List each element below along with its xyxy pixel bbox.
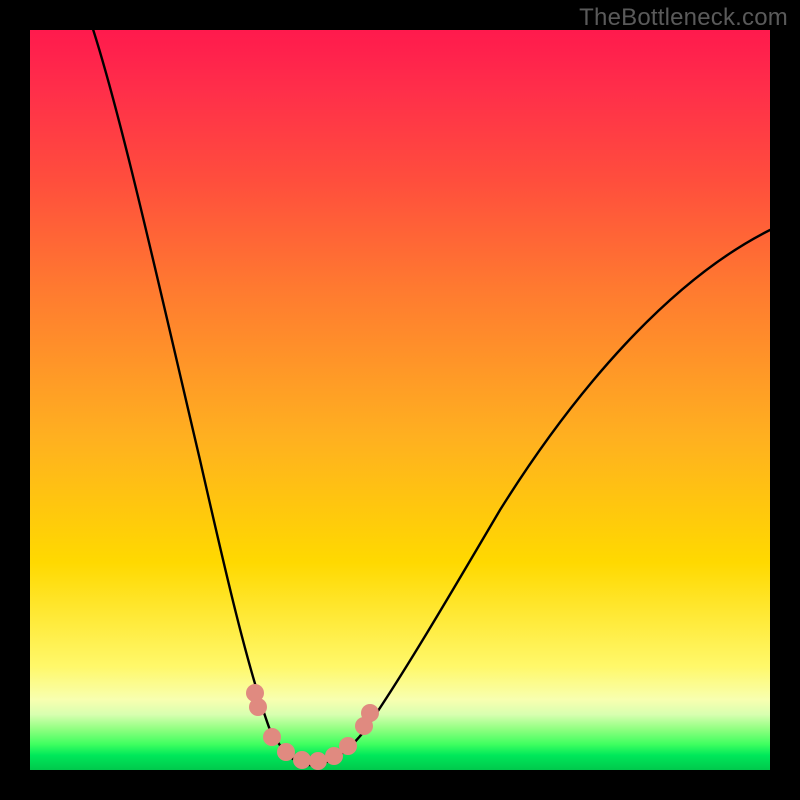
- marker-dot: [249, 698, 267, 716]
- chart-plot-area: [30, 30, 770, 770]
- marker-dot: [293, 751, 311, 769]
- marker-dot: [309, 752, 327, 770]
- chart-svg: [30, 30, 770, 770]
- optimal-zone-markers: [246, 684, 379, 770]
- marker-dot: [339, 737, 357, 755]
- watermark-text: TheBottleneck.com: [579, 4, 788, 32]
- marker-dot: [263, 728, 281, 746]
- marker-dot: [277, 743, 295, 761]
- marker-dot: [361, 704, 379, 722]
- bottleneck-curve-line: [90, 30, 770, 765]
